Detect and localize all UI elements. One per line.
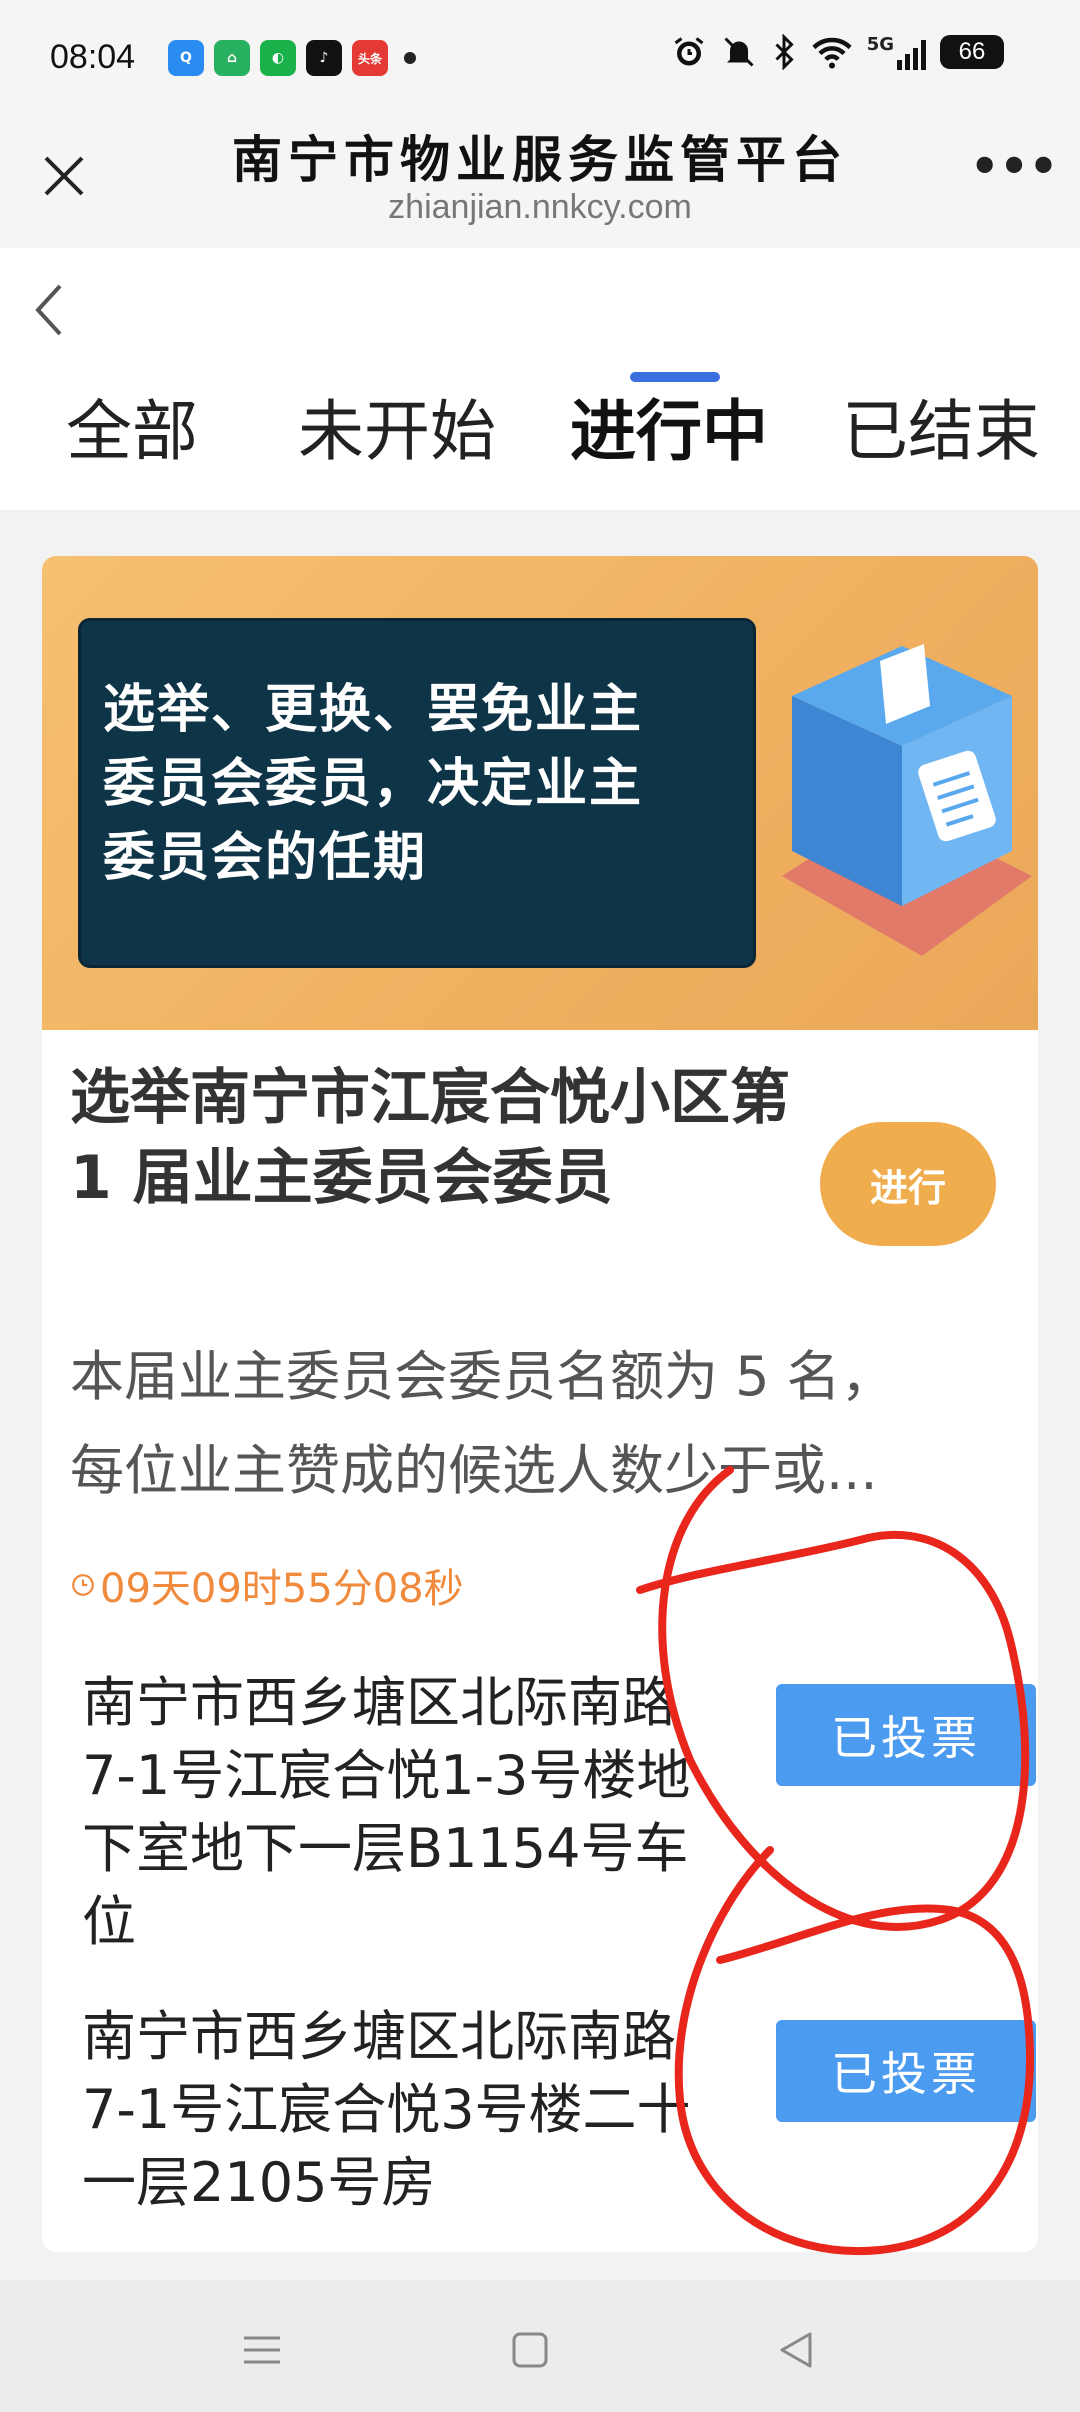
home-app-icon: ⌂ [214,40,250,76]
status-time: 08:04 [50,38,136,76]
menu-nav-button[interactable] [232,2320,292,2380]
battery-icon: 66 [940,35,1004,69]
home-square-icon [512,2332,548,2368]
panda-app-icon: ◐ [260,40,296,76]
countdown-text: 09天09时55分08秒 [100,1566,464,1612]
property-address: 南宁市西乡塘区北际南路7-1号江宸合悦3号楼二十一层2105号房 [82,2005,691,2214]
back-button[interactable] [30,280,80,340]
page-url: zhianjian.nnkcy.com [388,188,692,226]
property-address: 南宁市西乡塘区北际南路7-1号江宸合悦1-3号楼地下室地下一层B1154号车位 [82,1671,691,1953]
home-nav-button[interactable] [500,2320,560,2380]
description-line: 本届业主委员会委员名额为 5 名， [70,1345,895,1408]
battery-level: 66 [958,38,986,65]
banner-line: 委员会委员，决定业主 [103,754,644,814]
banner-line: 选举、更换、罢免业主 [103,680,644,740]
voted-button[interactable]: 已投票 [776,2020,1036,2122]
election-banner: 选举、更换、罢免业主 委员会委员，决定业主 委员会的任期 [42,556,1038,1030]
tab-in-progress[interactable]: 进行中 [570,378,768,474]
back-arrow-icon [35,284,62,336]
ballot-box-icon [782,644,1032,956]
tiktok-app-icon: ♪ [306,40,342,76]
status-badge: 进行 [820,1122,996,1246]
page-title: 南宁市物业服务监管平台 [232,130,848,189]
tab-all[interactable]: 全部 [66,378,198,474]
tab-ended[interactable]: 已结束 [842,378,1040,474]
browser-header: 南宁市物业服务监管平台 zhianjian.nnkcy.com ••• [0,120,1080,248]
description-line: 每位业主赞成的候选人数少于或... [70,1439,878,1502]
more-options-button[interactable]: ••• [970,143,1058,206]
notification-icons: Q ⌂ ◐ ♪ 头条 [168,40,416,76]
wifi-icon [812,37,852,69]
election-description: 本届业主委员会委员名额为 5 名， 每位业主赞成的候选人数少于或... [70,1330,1030,1518]
mute-icon [724,37,754,67]
status-icons: 5G 66 [671,34,1004,70]
status-tabs: 全部 未开始 进行中 已结束 [0,378,1080,508]
banner-line: 委员会的任期 [103,828,428,888]
status-bar: 08:04 Q ⌂ ◐ ♪ 头条 5G 66 [0,0,1080,120]
banner-board: 选举、更换、罢免业主 委员会委员，决定业主 委员会的任期 [78,618,756,968]
back-nav-button[interactable] [766,2320,826,2380]
more-notifications-dot [404,52,416,64]
system-nav-bar [0,2280,1080,2412]
clock-icon [72,1574,94,1596]
network-type: 5G [866,34,894,55]
bluetooth-icon [775,34,794,70]
countdown-timer: 09天09时55分08秒 [70,1556,464,1614]
voted-button[interactable]: 已投票 [776,1684,1036,1786]
back-triangle-icon [780,2332,812,2368]
election-card[interactable]: 选举、更换、罢免业主 委员会委员，决定业主 委员会的任期 选举南宁市江宸合悦小区… [42,556,1038,2252]
election-title: 选举南宁市江宸合悦小区第 1 届业主委员会委员 [70,1063,790,1213]
vote-item: 南宁市西乡塘区北际南路7-1号江宸合悦3号楼二十一层2105号房 已投票 [82,2000,1036,2240]
5g-signal-icon: 5G [867,34,926,70]
nav-area: 全部 未开始 进行中 已结束 [0,248,1080,510]
vote-item: 南宁市西乡塘区北际南路7-1号江宸合悦1-3号楼地下室地下一层B1154号车位 … [82,1666,1036,1966]
alarm-icon [674,37,704,66]
browser-app-icon: Q [168,40,204,76]
menu-icon [244,2336,280,2364]
tab-not-started[interactable]: 未开始 [298,378,496,474]
active-tab-indicator [630,372,720,382]
toutiao-app-icon: 头条 [352,40,388,76]
